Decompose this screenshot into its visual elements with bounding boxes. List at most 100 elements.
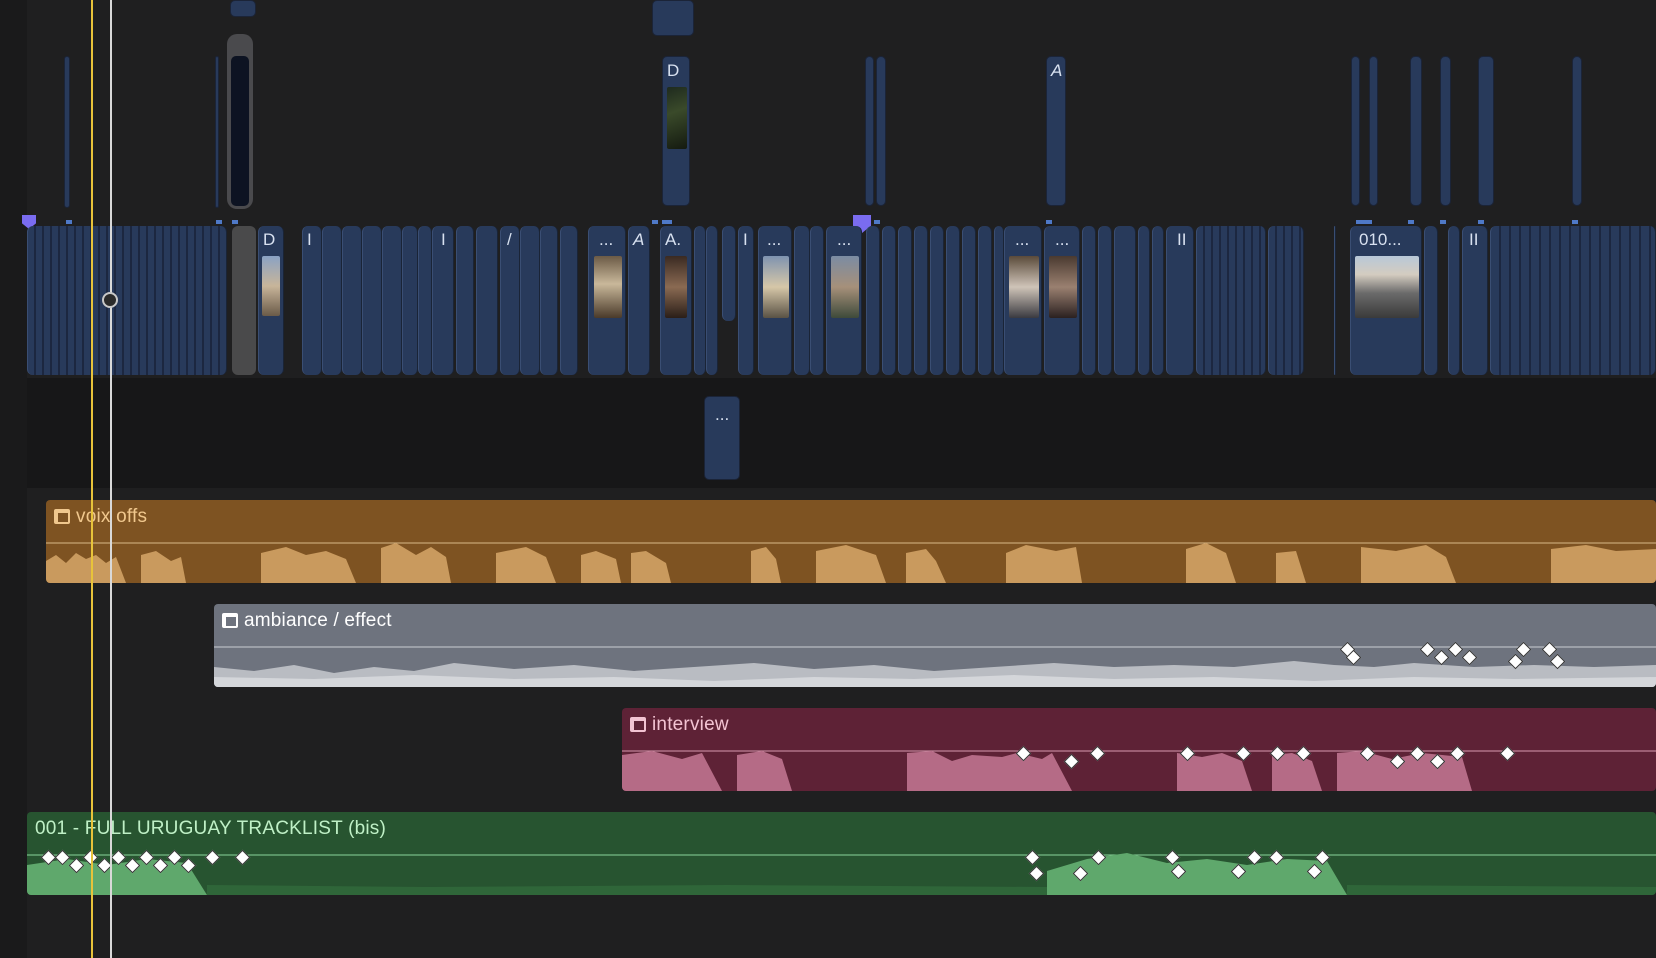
- clip-title: ...: [599, 230, 614, 249]
- timeline-tick: [66, 220, 72, 224]
- storyline-clip[interactable]: [866, 226, 880, 375]
- storyline-clip[interactable]: [1152, 226, 1164, 375]
- storyline-clip[interactable]: A.: [660, 226, 692, 375]
- clip-thumbnail: [1049, 256, 1077, 318]
- connected-clip[interactable]: [1478, 56, 1494, 206]
- storyline-clip[interactable]: [476, 226, 498, 375]
- storyline-clip[interactable]: [402, 226, 418, 375]
- lane-waveform: [622, 750, 1656, 791]
- storyline-clip[interactable]: I: [432, 226, 454, 375]
- storyline-clip[interactable]: [978, 226, 992, 375]
- storyline-clip[interactable]: [322, 226, 342, 375]
- storyline-clip[interactable]: [342, 226, 362, 375]
- storyline-clip[interactable]: [898, 226, 912, 375]
- storyline-clip[interactable]: 010...: [1350, 226, 1422, 375]
- clip-thumbnail: [594, 256, 622, 318]
- audio-lane-voix-offs[interactable]: voix offs: [46, 500, 1656, 583]
- clip-title: D: [667, 61, 680, 80]
- connected-clip[interactable]: [230, 0, 256, 17]
- clip-title: A.: [665, 230, 682, 249]
- connected-clip[interactable]: [652, 0, 694, 36]
- connected-clip[interactable]: D: [662, 56, 690, 206]
- storyline-clip[interactable]: [1196, 226, 1266, 375]
- storyline-clip[interactable]: [1424, 226, 1438, 375]
- audio-lane-ambiance-effect[interactable]: ambiance / effect: [214, 604, 1656, 687]
- storyline-clip[interactable]: [1114, 226, 1136, 375]
- storyline-clip[interactable]: [1334, 226, 1336, 375]
- connected-clip[interactable]: [1410, 56, 1422, 206]
- audio-lane-interview[interactable]: interview: [622, 708, 1656, 791]
- storyline-clip[interactable]: /: [500, 226, 520, 375]
- clip-title: ...: [715, 405, 730, 424]
- selected-connected-clip[interactable]: [227, 34, 253, 209]
- lane-waveform: [46, 542, 1656, 583]
- storyline-clip[interactable]: [914, 226, 928, 375]
- storyline-clip[interactable]: [1490, 226, 1656, 375]
- clip-title: I: [441, 230, 446, 249]
- connected-clip[interactable]: [215, 56, 219, 208]
- connected-clip[interactable]: A: [1046, 56, 1066, 206]
- storyline-clip[interactable]: [794, 226, 810, 375]
- audio-lane-icon: [54, 509, 70, 524]
- storyline-clip[interactable]: ...: [588, 226, 626, 375]
- clip-thumbnail: [831, 256, 859, 318]
- audio-lane-tracklist[interactable]: 001 - FULL URUGUAY TRACKLIST (bis): [27, 812, 1656, 895]
- storyline-clip[interactable]: D: [258, 226, 284, 375]
- storyline-clip[interactable]: [1268, 226, 1304, 375]
- connected-clip[interactable]: [876, 56, 886, 206]
- skimmer-handle-icon[interactable]: [102, 292, 118, 308]
- gap-clip[interactable]: [232, 226, 256, 375]
- storyline-clip[interactable]: [694, 226, 706, 375]
- storyline-clip[interactable]: [418, 226, 432, 375]
- storyline-clip[interactable]: [382, 226, 402, 375]
- storyline-clip[interactable]: ...: [826, 226, 862, 375]
- storyline-clip[interactable]: [1138, 226, 1150, 375]
- selected-clip-body: [231, 56, 249, 206]
- lane-title: ambiance / effect: [244, 610, 392, 631]
- storyline-clip[interactable]: ...: [758, 226, 792, 375]
- timeline-tick: [652, 220, 658, 224]
- storyline-clip[interactable]: A: [628, 226, 650, 375]
- storyline-clip[interactable]: [706, 226, 718, 375]
- storyline-clip[interactable]: [946, 226, 960, 375]
- storyline-clip[interactable]: [362, 226, 382, 375]
- timeline-tick: [662, 220, 672, 224]
- clip-thumbnail: [763, 256, 789, 318]
- timeline[interactable]: D A D I I / ... A A. I ... ... ... ... I…: [0, 0, 1656, 958]
- storyline-clip[interactable]: [27, 226, 227, 375]
- storyline-clip[interactable]: [1098, 226, 1112, 375]
- storyline-clip[interactable]: [1082, 226, 1096, 375]
- skimmer-line[interactable]: [110, 0, 112, 958]
- storyline-clip[interactable]: [540, 226, 558, 375]
- storyline-clip[interactable]: ...: [1044, 226, 1080, 375]
- connected-clip[interactable]: [1351, 56, 1360, 206]
- storyline-clip[interactable]: [810, 226, 824, 375]
- storyline-clip[interactable]: I: [738, 226, 754, 375]
- storyline-clip[interactable]: [994, 226, 1004, 375]
- storyline-clip[interactable]: [520, 226, 540, 375]
- clip-thumbnail: [1009, 256, 1039, 318]
- connected-clip[interactable]: [64, 56, 70, 208]
- connected-clip-lower[interactable]: ...: [704, 396, 740, 480]
- connected-clip[interactable]: [1369, 56, 1378, 206]
- clip-title: I: [743, 230, 748, 249]
- connected-clip[interactable]: [1572, 56, 1582, 206]
- storyline-clip[interactable]: ...: [1004, 226, 1042, 375]
- storyline-clip[interactable]: [560, 226, 578, 375]
- audio-lane-icon: [630, 717, 646, 732]
- connected-clip[interactable]: [865, 56, 874, 206]
- storyline-clip[interactable]: II: [1166, 226, 1194, 375]
- storyline-clip[interactable]: [930, 226, 944, 375]
- timeline-tick: [1356, 220, 1372, 224]
- storyline-clip[interactable]: I: [302, 226, 322, 375]
- playhead[interactable]: [91, 0, 93, 958]
- storyline-clip[interactable]: [1448, 226, 1460, 375]
- storyline-clip[interactable]: [962, 226, 976, 375]
- clip-title: 010...: [1359, 230, 1402, 249]
- storyline-clip[interactable]: [882, 226, 896, 375]
- clip-title: ...: [1055, 230, 1070, 249]
- connected-clip[interactable]: [1440, 56, 1451, 206]
- storyline-clip[interactable]: [722, 226, 736, 321]
- storyline-clip[interactable]: II: [1462, 226, 1488, 375]
- storyline-clip[interactable]: [456, 226, 474, 375]
